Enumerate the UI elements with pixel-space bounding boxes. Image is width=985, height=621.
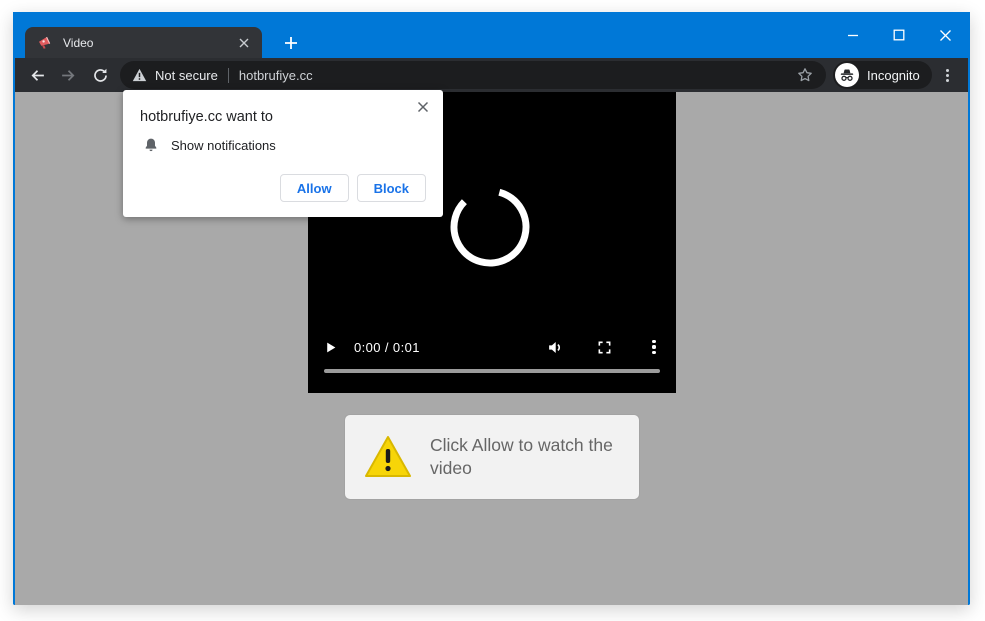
- plus-icon: [284, 36, 298, 50]
- allow-button[interactable]: Allow: [280, 174, 349, 202]
- toolbar: Not secure hotbrufiye.cc Incognit: [15, 58, 968, 92]
- incognito-avatar: [835, 63, 859, 87]
- security-label: Not secure: [155, 68, 218, 83]
- bell-icon: [143, 137, 159, 153]
- window-controls: [830, 12, 968, 58]
- time-display: 0:00 / 0:01: [354, 340, 420, 355]
- close-window-icon[interactable]: [922, 12, 968, 58]
- dialog-close-icon[interactable]: [415, 99, 431, 115]
- tab-close-icon[interactable]: [236, 35, 252, 51]
- bookmark-star-icon[interactable]: [796, 66, 814, 84]
- url-text[interactable]: hotbrufiye.cc: [239, 68, 796, 83]
- incognito-label: Incognito: [867, 68, 920, 83]
- dialog-title: hotbrufiye.cc want to: [140, 109, 273, 125]
- browser-window: Video: [13, 12, 970, 605]
- block-button[interactable]: Block: [357, 174, 426, 202]
- tab-title: Video: [63, 36, 236, 50]
- volume-icon[interactable]: [545, 337, 565, 357]
- warning-message: Click Allow to watch the video: [430, 434, 620, 480]
- new-tab-button[interactable]: [277, 29, 305, 57]
- megaphone-icon: [37, 35, 53, 51]
- forward-icon[interactable]: [56, 63, 80, 87]
- notification-permission-dialog: hotbrufiye.cc want to Show notifications…: [123, 90, 443, 217]
- browser-menu-icon[interactable]: [935, 63, 959, 87]
- play-icon[interactable]: [320, 337, 340, 357]
- video-progress-bar[interactable]: [324, 369, 660, 373]
- permission-label: Show notifications: [171, 138, 276, 153]
- player-menu-icon[interactable]: [644, 337, 664, 357]
- maximize-icon[interactable]: [876, 12, 922, 58]
- incognito-icon: [839, 67, 855, 83]
- omnibox-divider: [228, 68, 229, 83]
- security-chip[interactable]: Not secure: [132, 68, 218, 83]
- minimize-icon[interactable]: [830, 12, 876, 58]
- fullscreen-icon[interactable]: [594, 337, 614, 357]
- title-bar: Video: [15, 12, 968, 58]
- browser-tab[interactable]: Video: [25, 27, 262, 58]
- spinner-icon: [445, 182, 535, 272]
- incognito-badge[interactable]: Incognito: [833, 61, 932, 89]
- page-content: 0:00 / 0:01: [15, 92, 968, 605]
- reload-icon[interactable]: [88, 63, 112, 87]
- permission-row: Show notifications: [143, 137, 276, 153]
- warning-triangle-icon: [363, 434, 413, 480]
- dialog-buttons: Allow Block: [280, 174, 426, 202]
- address-bar[interactable]: Not secure hotbrufiye.cc: [120, 61, 826, 89]
- warning-triangle-icon: [132, 68, 147, 82]
- back-icon[interactable]: [25, 63, 49, 87]
- click-allow-banner: Click Allow to watch the video: [345, 415, 639, 499]
